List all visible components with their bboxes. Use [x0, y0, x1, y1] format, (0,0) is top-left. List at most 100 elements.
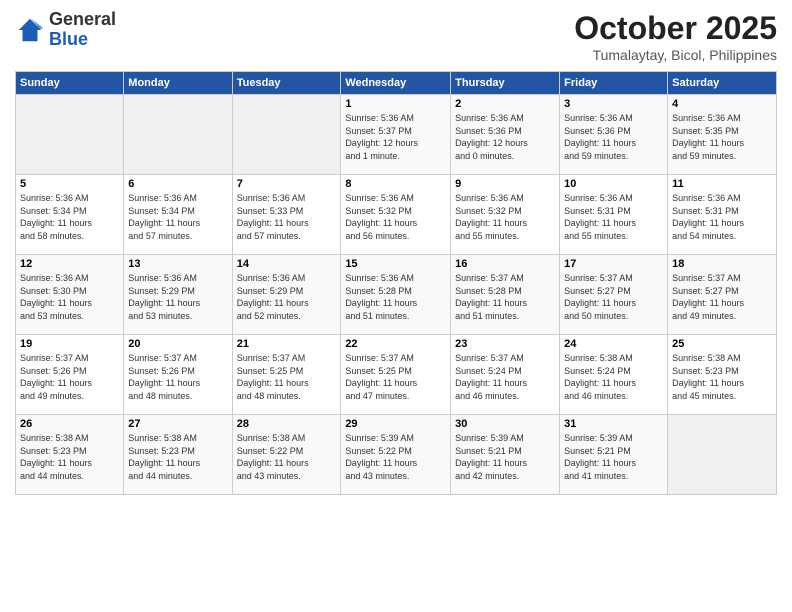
calendar-cell: 13 Sunrise: 5:36 AM Sunset: 5:29 PM Dayli… [124, 255, 232, 335]
calendar-cell: 10Sunrise: 5:36 AM Sunset: 5:31 PM Dayli… [560, 175, 668, 255]
day-info: Sunrise: 5:38 AM Sunset: 5:23 PM Dayligh… [128, 432, 227, 482]
calendar-header-row: SundayMondayTuesdayWednesdayThursdayFrid… [16, 72, 777, 95]
day-info: Sunrise: 5:37 AM Sunset: 5:27 PM Dayligh… [672, 272, 772, 322]
day-number: 18 [672, 258, 772, 270]
day-info: Sunrise: 5:36 AM Sunset: 5:35 PM Dayligh… [672, 112, 772, 162]
calendar-cell: 24 Sunrise: 5:38 AM Sunset: 5:24 PM Dayli… [560, 335, 668, 415]
day-number: 5 [20, 178, 119, 190]
day-info: Sunrise: 5:36 AM Sunset: 5:36 PM Dayligh… [455, 112, 555, 162]
day-number: 10 [564, 178, 663, 190]
calendar-cell: 9 Sunrise: 5:36 AM Sunset: 5:32 PM Daylig… [451, 175, 560, 255]
calendar-table: SundayMondayTuesdayWednesdayThursdayFrid… [15, 71, 777, 495]
day-number: 14 [237, 258, 337, 270]
calendar-cell: 14 Sunrise: 5:36 AM Sunset: 5:29 PM Dayli… [232, 255, 341, 335]
day-number: 19 [20, 338, 119, 350]
day-info: Sunrise: 5:37 AM Sunset: 5:28 PM Dayligh… [455, 272, 555, 322]
calendar-cell: 16 Sunrise: 5:37 AM Sunset: 5:28 PM Dayli… [451, 255, 560, 335]
day-number: 4 [672, 98, 772, 110]
calendar-cell: 23 Sunrise: 5:37 AM Sunset: 5:24 PM Dayli… [451, 335, 560, 415]
day-number: 29 [345, 418, 446, 430]
day-info: Sunrise: 5:36 AM Sunset: 5:32 PM Dayligh… [455, 192, 555, 242]
calendar-cell: 7 Sunrise: 5:36 AM Sunset: 5:33 PM Daylig… [232, 175, 341, 255]
day-number: 13 [128, 258, 227, 270]
calendar-cell: 12 Sunrise: 5:36 AM Sunset: 5:30 PM Dayli… [16, 255, 124, 335]
day-number: 9 [455, 178, 555, 190]
day-of-week-header: Monday [124, 72, 232, 95]
day-info: Sunrise: 5:36 AM Sunset: 5:29 PM Dayligh… [237, 272, 337, 322]
calendar-cell: 28Sunrise: 5:38 AM Sunset: 5:22 PM Dayli… [232, 415, 341, 495]
calendar-week-row: 19 Sunrise: 5:37 AM Sunset: 5:26 PM Dayli… [16, 335, 777, 415]
day-info: Sunrise: 5:36 AM Sunset: 5:30 PM Dayligh… [20, 272, 119, 322]
calendar-cell: 8 Sunrise: 5:36 AM Sunset: 5:32 PM Daylig… [341, 175, 451, 255]
logo: General Blue [15, 10, 116, 50]
day-number: 17 [564, 258, 663, 270]
day-info: Sunrise: 5:36 AM Sunset: 5:37 PM Dayligh… [345, 112, 446, 162]
calendar-cell: 3 Sunrise: 5:36 AM Sunset: 5:36 PM Daylig… [560, 95, 668, 175]
day-info: Sunrise: 5:38 AM Sunset: 5:23 PM Dayligh… [20, 432, 119, 482]
calendar-cell: 29Sunrise: 5:39 AM Sunset: 5:22 PM Dayli… [341, 415, 451, 495]
day-number: 16 [455, 258, 555, 270]
day-info: Sunrise: 5:37 AM Sunset: 5:26 PM Dayligh… [128, 352, 227, 402]
calendar-cell: 2 Sunrise: 5:36 AM Sunset: 5:36 PM Daylig… [451, 95, 560, 175]
day-info: Sunrise: 5:36 AM Sunset: 5:29 PM Dayligh… [128, 272, 227, 322]
day-of-week-header: Thursday [451, 72, 560, 95]
day-info: Sunrise: 5:36 AM Sunset: 5:34 PM Dayligh… [20, 192, 119, 242]
day-number: 24 [564, 338, 663, 350]
calendar-cell: 22 Sunrise: 5:37 AM Sunset: 5:25 PM Dayli… [341, 335, 451, 415]
day-number: 22 [345, 338, 446, 350]
day-number: 3 [564, 98, 663, 110]
day-number: 20 [128, 338, 227, 350]
day-number: 8 [345, 178, 446, 190]
day-info: Sunrise: 5:36 AM Sunset: 5:36 PM Dayligh… [564, 112, 663, 162]
day-number: 1 [345, 98, 446, 110]
day-number: 12 [20, 258, 119, 270]
calendar-cell [232, 95, 341, 175]
calendar-cell: 11Sunrise: 5:36 AM Sunset: 5:31 PM Dayli… [668, 175, 777, 255]
calendar-cell [16, 95, 124, 175]
calendar-cell: 5 Sunrise: 5:36 AM Sunset: 5:34 PM Daylig… [16, 175, 124, 255]
calendar-cell: 1 Sunrise: 5:36 AM Sunset: 5:37 PM Daylig… [341, 95, 451, 175]
day-info: Sunrise: 5:36 AM Sunset: 5:32 PM Dayligh… [345, 192, 446, 242]
calendar-cell: 25 Sunrise: 5:38 AM Sunset: 5:23 PM Dayli… [668, 335, 777, 415]
header: General Blue October 2025 Tumalaytay, Bi… [15, 10, 777, 63]
calendar-cell: 20 Sunrise: 5:37 AM Sunset: 5:26 PM Dayli… [124, 335, 232, 415]
day-of-week-header: Saturday [668, 72, 777, 95]
day-number: 30 [455, 418, 555, 430]
calendar-cell: 21Sunrise: 5:37 AM Sunset: 5:25 PM Dayli… [232, 335, 341, 415]
calendar-cell: 18 Sunrise: 5:37 AM Sunset: 5:27 PM Dayli… [668, 255, 777, 335]
day-info: Sunrise: 5:38 AM Sunset: 5:22 PM Dayligh… [237, 432, 337, 482]
day-info: Sunrise: 5:36 AM Sunset: 5:34 PM Dayligh… [128, 192, 227, 242]
day-number: 25 [672, 338, 772, 350]
day-of-week-header: Tuesday [232, 72, 341, 95]
day-number: 2 [455, 98, 555, 110]
day-number: 21 [237, 338, 337, 350]
subtitle: Tumalaytay, Bicol, Philippines [574, 47, 777, 63]
day-of-week-header: Wednesday [341, 72, 451, 95]
day-info: Sunrise: 5:36 AM Sunset: 5:28 PM Dayligh… [345, 272, 446, 322]
calendar-cell: 17Sunrise: 5:37 AM Sunset: 5:27 PM Dayli… [560, 255, 668, 335]
calendar-cell: 6Sunrise: 5:36 AM Sunset: 5:34 PM Daylig… [124, 175, 232, 255]
day-number: 15 [345, 258, 446, 270]
day-number: 26 [20, 418, 119, 430]
day-info: Sunrise: 5:36 AM Sunset: 5:31 PM Dayligh… [672, 192, 772, 242]
calendar-cell: 15 Sunrise: 5:36 AM Sunset: 5:28 PM Dayli… [341, 255, 451, 335]
day-of-week-header: Sunday [16, 72, 124, 95]
day-number: 7 [237, 178, 337, 190]
calendar-page: General Blue October 2025 Tumalaytay, Bi… [0, 0, 792, 612]
calendar-week-row: 1 Sunrise: 5:36 AM Sunset: 5:37 PM Daylig… [16, 95, 777, 175]
day-info: Sunrise: 5:38 AM Sunset: 5:23 PM Dayligh… [672, 352, 772, 402]
day-number: 23 [455, 338, 555, 350]
day-info: Sunrise: 5:39 AM Sunset: 5:21 PM Dayligh… [455, 432, 555, 482]
month-title: October 2025 [574, 10, 777, 47]
title-block: October 2025 Tumalaytay, Bicol, Philippi… [574, 10, 777, 63]
day-info: Sunrise: 5:38 AM Sunset: 5:24 PM Dayligh… [564, 352, 663, 402]
day-of-week-header: Friday [560, 72, 668, 95]
day-info: Sunrise: 5:37 AM Sunset: 5:24 PM Dayligh… [455, 352, 555, 402]
calendar-cell [124, 95, 232, 175]
day-info: Sunrise: 5:37 AM Sunset: 5:25 PM Dayligh… [345, 352, 446, 402]
calendar-cell: 26 Sunrise: 5:38 AM Sunset: 5:23 PM Dayli… [16, 415, 124, 495]
calendar-week-row: 12 Sunrise: 5:36 AM Sunset: 5:30 PM Dayli… [16, 255, 777, 335]
day-info: Sunrise: 5:39 AM Sunset: 5:21 PM Dayligh… [564, 432, 663, 482]
calendar-week-row: 5 Sunrise: 5:36 AM Sunset: 5:34 PM Daylig… [16, 175, 777, 255]
day-info: Sunrise: 5:36 AM Sunset: 5:33 PM Dayligh… [237, 192, 337, 242]
